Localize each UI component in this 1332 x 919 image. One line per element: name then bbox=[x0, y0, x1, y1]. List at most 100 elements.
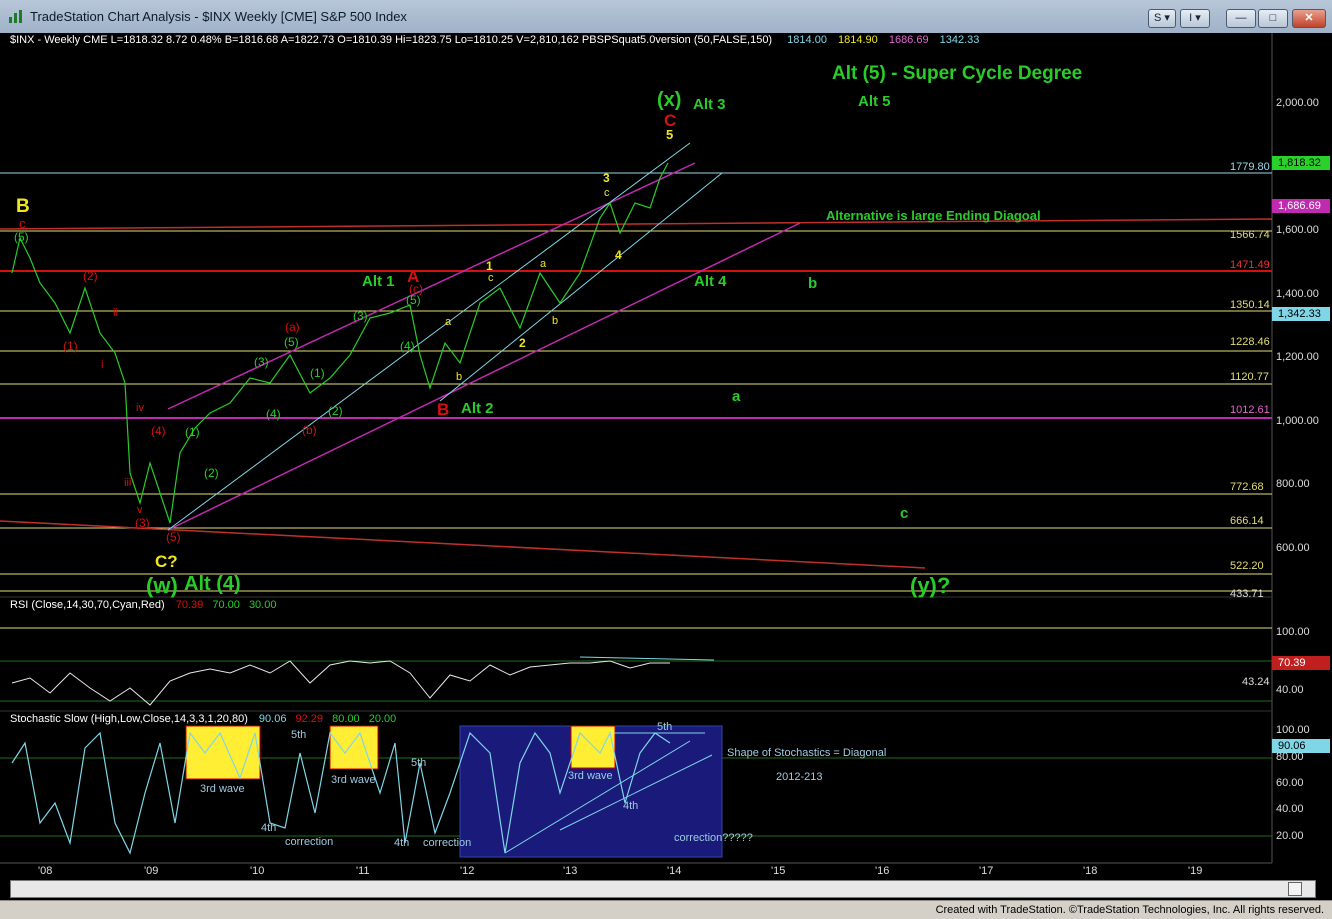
big-b-label: B bbox=[16, 196, 30, 217]
wave-label: b bbox=[552, 315, 559, 327]
wave-label: (2) bbox=[204, 466, 219, 480]
wave-label: (4) bbox=[266, 407, 281, 421]
stoch-correction-note: correction bbox=[285, 836, 334, 848]
wave-label: (3) bbox=[135, 516, 150, 530]
wave-label: (2) bbox=[328, 404, 343, 418]
wave-label: iv bbox=[136, 402, 144, 414]
level-label: 433.71 bbox=[1230, 588, 1264, 600]
stoch-header-v2: 92.29 bbox=[295, 713, 324, 725]
stoch-tick: 80.00 bbox=[1276, 751, 1304, 763]
price-header-v4: 1342.33 bbox=[939, 34, 980, 46]
cyan-badge: 1,342.33 bbox=[1278, 308, 1321, 320]
chart-svg[interactable] bbox=[0, 33, 1332, 900]
year-tick: '13 bbox=[563, 865, 578, 877]
year-tick: '14 bbox=[667, 865, 682, 877]
alt5-super-cycle-label: Alt (5) - Super Cycle Degree bbox=[832, 63, 1083, 84]
year-tick: '15 bbox=[771, 865, 786, 877]
year-tick: '12 bbox=[460, 865, 475, 877]
stoch-years-note: 2012-213 bbox=[776, 771, 823, 783]
price-header-text: $INX - Weekly CME L=1818.32 8.72 0.48% B… bbox=[10, 34, 773, 46]
maximize-button[interactable]: □ bbox=[1258, 9, 1288, 28]
alt4-label: Alt 4 bbox=[694, 273, 727, 290]
alt1-label: Alt 1 bbox=[362, 273, 395, 290]
price-tick: 600.00 bbox=[1276, 542, 1310, 554]
stoch-third-wave-note: 3rd wave bbox=[331, 774, 376, 786]
price-header-v1: 1814.00 bbox=[787, 34, 827, 46]
wave-label: (3) bbox=[353, 309, 368, 323]
c-question-label: C? bbox=[155, 552, 178, 571]
year-tick: '11 bbox=[356, 865, 370, 877]
rsi-tick: 40.00 bbox=[1276, 684, 1304, 696]
price-tick: 1,400.00 bbox=[1276, 288, 1319, 300]
alt3-label: Alt 3 bbox=[693, 96, 726, 113]
wave-label: (5) bbox=[14, 230, 29, 244]
wave-label: c bbox=[604, 187, 610, 199]
wave-label: (4) bbox=[400, 339, 415, 353]
level-label: 772.68 bbox=[1230, 481, 1264, 493]
info-button[interactable]: I ▾ bbox=[1180, 9, 1210, 28]
copyright-text: Created with TradeStation. ©TradeStation… bbox=[935, 904, 1324, 916]
rsi-header-v1: 70.39 bbox=[175, 599, 204, 611]
stoch-fifth-note: 5th bbox=[657, 721, 673, 733]
chart-area[interactable]: $INX - Weekly CME L=1818.32 8.72 0.48% B… bbox=[0, 33, 1332, 900]
last-price-badge: 1,818.32 bbox=[1278, 157, 1321, 169]
close-button[interactable]: ✕ bbox=[1292, 9, 1326, 28]
price-tick: 800.00 bbox=[1276, 478, 1310, 490]
wave-label: iii bbox=[124, 477, 132, 489]
wave-label: c bbox=[488, 272, 494, 284]
green-c-label: c bbox=[900, 505, 909, 522]
level-label: 1228.46 bbox=[1230, 336, 1270, 348]
wave-label: (4) bbox=[151, 424, 166, 438]
price-tick: 1,600.00 bbox=[1276, 224, 1319, 236]
price-header-v2: 1814.90 bbox=[838, 34, 878, 46]
year-tick: '09 bbox=[144, 865, 159, 877]
year-tick: '08 bbox=[38, 865, 53, 877]
stoch-header-v3: 80.00 bbox=[332, 713, 360, 725]
wave-label: a bbox=[445, 316, 452, 328]
stoch-tick: 40.00 bbox=[1276, 803, 1304, 815]
wave-label: c bbox=[19, 216, 26, 231]
stoch-correction-question-note: correction????? bbox=[674, 832, 753, 844]
rsi-tick: 100.00 bbox=[1276, 626, 1310, 638]
wave-label: b bbox=[456, 371, 463, 383]
stoch-fifth-note: 5th bbox=[411, 757, 427, 769]
price-header-v3: 1686.69 bbox=[888, 34, 929, 46]
green-a-label: a bbox=[732, 388, 741, 405]
stoch-fifth-note: 5th bbox=[291, 729, 307, 741]
rsi-header-v2: 70.00 bbox=[212, 599, 240, 611]
level-label: 522.20 bbox=[1230, 560, 1264, 572]
stoch-fourth-note: 4th bbox=[261, 822, 277, 834]
stoch-shape-note: Shape of Stochastics = Diagonal bbox=[727, 747, 887, 759]
symbol-s-button[interactable]: S ▾ bbox=[1148, 9, 1176, 28]
title-bar: TradeStation Chart Analysis - $INX Weekl… bbox=[0, 0, 1332, 34]
horizontal-scrollbar[interactable] bbox=[10, 880, 1316, 898]
year-tick: '19 bbox=[1188, 865, 1203, 877]
wave-label: (c) bbox=[409, 282, 423, 296]
tradestation-logo-icon bbox=[9, 10, 22, 23]
magenta-badge: 1,686.69 bbox=[1278, 200, 1321, 212]
stoch-last-badge: 90.06 bbox=[1278, 740, 1306, 752]
wave-label: 4 bbox=[615, 248, 622, 262]
wave-label: ii bbox=[113, 307, 118, 319]
wave-label: (1) bbox=[63, 339, 78, 353]
time-axis: '08 '09 '10 '11 '12 '13 '14 '15 '16 '17 … bbox=[0, 865, 1272, 881]
wave-label: (5) bbox=[284, 335, 299, 349]
stoch-tick: 60.00 bbox=[1276, 777, 1304, 789]
rsi-header-v3: 30.00 bbox=[248, 599, 277, 611]
scroll-thumb[interactable] bbox=[1288, 882, 1302, 896]
status-footer: Created with TradeStation. ©TradeStation… bbox=[0, 900, 1332, 919]
rsi-last-badge: 70.39 bbox=[1278, 657, 1306, 669]
minimize-button[interactable]: — bbox=[1226, 9, 1256, 28]
big-b2-label: B bbox=[437, 400, 450, 419]
alt2-label: Alt 2 bbox=[461, 400, 494, 417]
stoch-third-wave-note: 3rd wave bbox=[568, 770, 613, 782]
window-title: TradeStation Chart Analysis - $INX Weekl… bbox=[30, 9, 407, 24]
wave-label: 2 bbox=[519, 336, 526, 350]
stoch-header-v1: 90.06 bbox=[258, 713, 287, 725]
wave-label: (3) bbox=[254, 355, 269, 369]
stoch-header-text: Stochastic Slow (High,Low,Close,14,3,3,1… bbox=[10, 713, 248, 725]
level-label: 1566.74 bbox=[1230, 229, 1270, 241]
stoch-tick: 20.00 bbox=[1276, 830, 1304, 842]
stoch-third-wave-note: 3rd wave bbox=[200, 783, 245, 795]
wave-label: (5) bbox=[166, 530, 181, 544]
